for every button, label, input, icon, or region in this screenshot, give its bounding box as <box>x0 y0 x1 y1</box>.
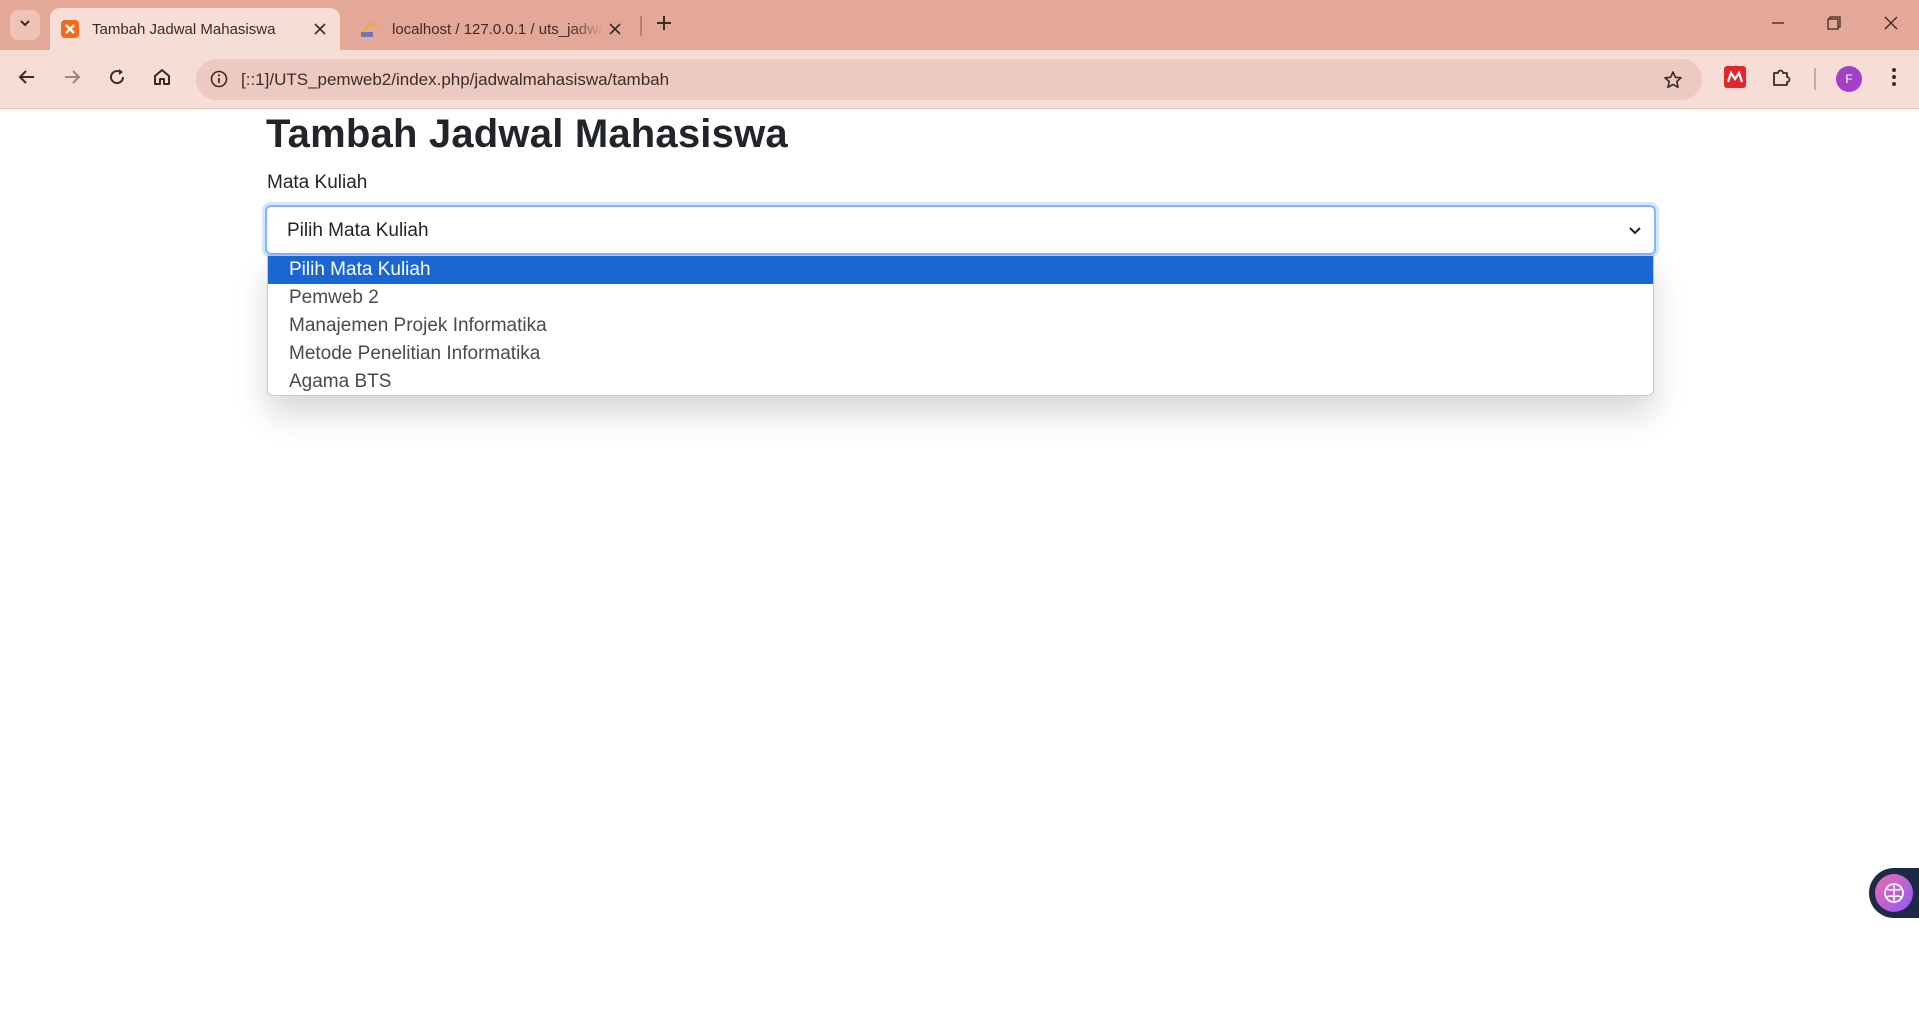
tab-tambah-jadwal[interactable]: Tambah Jadwal Mahasiswa <box>50 8 340 50</box>
mata-kuliah-options: Pilih Mata Kuliah Pemweb 2 Manajemen Pro… <box>267 255 1654 396</box>
reload-icon <box>108 68 126 91</box>
close-tab-icon[interactable] <box>308 17 332 41</box>
extension-button[interactable] <box>1718 62 1752 96</box>
browser-toolbar: [::1]/UTS_pemweb2/index.php/jadwalmahasi… <box>0 50 1919 109</box>
select-value: Pilih Mata Kuliah <box>287 220 429 241</box>
mata-kuliah-label: Mata Kuliah <box>267 172 368 193</box>
tab-phpmyadmin[interactable]: localhost / 127.0.0.1 / uts_jadwal <box>350 8 635 50</box>
close-tab-icon[interactable] <box>603 17 627 41</box>
mata-kuliah-select[interactable]: Pilih Mata Kuliah <box>265 205 1656 255</box>
close-window-button[interactable] <box>1871 8 1911 42</box>
back-button[interactable] <box>10 62 44 96</box>
option-pilih-mata-kuliah[interactable]: Pilih Mata Kuliah <box>268 256 1653 284</box>
new-tab-button[interactable] <box>650 10 678 40</box>
chevron-down-icon <box>1626 222 1644 240</box>
option-pemweb-2[interactable]: Pemweb 2 <box>268 284 1653 312</box>
option-metode-penelitian-informatika[interactable]: Metode Penelitian Informatika <box>268 340 1653 368</box>
kebab-menu-icon <box>1891 67 1897 92</box>
tab-strip: Tambah Jadwal Mahasiswa localhost / 127.… <box>0 0 1919 50</box>
minimize-button[interactable] <box>1758 8 1798 42</box>
page-title: Tambah Jadwal Mahasiswa <box>266 112 788 156</box>
browser-menu-button[interactable] <box>1877 62 1911 96</box>
plus-icon <box>656 15 672 36</box>
toolbar-separator <box>1814 68 1816 90</box>
page-content: Tambah Jadwal Mahasiswa Mata Kuliah Pili… <box>0 110 1919 1015</box>
forward-button[interactable] <box>55 62 89 96</box>
bookmark-star-icon[interactable] <box>1660 67 1686 93</box>
profile-avatar[interactable]: F <box>1836 66 1862 92</box>
address-bar[interactable]: [::1]/UTS_pemweb2/index.php/jadwalmahasi… <box>196 59 1702 100</box>
chevron-down-icon <box>18 16 32 35</box>
xampp-icon <box>60 19 80 39</box>
home-icon <box>152 67 172 92</box>
option-agama-bts[interactable]: Agama BTS <box>268 368 1653 395</box>
phpmyadmin-icon <box>360 19 380 39</box>
arrow-right-icon <box>63 68 81 91</box>
puzzle-icon <box>1770 66 1792 93</box>
restore-button[interactable] <box>1814 8 1854 42</box>
extensions-menu-button[interactable] <box>1764 62 1798 96</box>
brain-icon <box>1875 874 1913 912</box>
extension-logo-icon <box>1724 65 1746 93</box>
minimize-icon <box>1771 16 1785 35</box>
arrow-left-icon <box>18 68 36 91</box>
tab-title: Tambah Jadwal Mahasiswa <box>92 20 276 38</box>
home-button[interactable] <box>145 62 179 96</box>
tab-search-button[interactable] <box>10 10 40 40</box>
option-manajemen-projek-informatika[interactable]: Manajemen Projek Informatika <box>268 312 1653 340</box>
assistant-widget-button[interactable] <box>1869 868 1919 918</box>
tab-separator <box>640 16 642 36</box>
close-icon <box>1884 16 1898 35</box>
url-text: [::1]/UTS_pemweb2/index.php/jadwalmahasi… <box>241 70 670 89</box>
site-info-icon[interactable] <box>204 64 234 94</box>
tab-title: localhost / 127.0.0.1 / uts_jadwal <box>392 20 603 38</box>
restore-icon <box>1827 15 1841 35</box>
reload-button[interactable] <box>100 62 134 96</box>
